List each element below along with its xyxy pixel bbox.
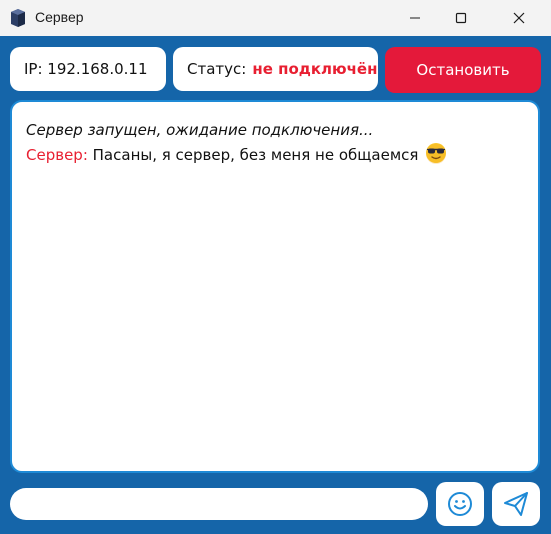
title-bar: Сервер [0,0,551,36]
message-input[interactable] [10,488,428,520]
send-button[interactable] [492,482,540,526]
maximize-icon [455,12,467,24]
main-panel: IP: 192.168.0.11 Статус: не подключён Ос… [0,36,551,534]
app-icon [11,9,25,27]
minimize-button[interactable] [392,0,438,36]
close-button[interactable] [496,0,542,36]
paper-plane-icon [504,492,528,516]
chat-log[interactable]: Сервер запущен, ожидание подключения... … [10,100,540,473]
status-label: Статус: [187,60,247,78]
close-icon [513,12,525,24]
message-sender: Сервер: [26,146,88,164]
window-title: Сервер [35,9,84,25]
stop-button[interactable]: Остановить [385,47,541,93]
minimize-icon [410,17,420,19]
system-message: Сервер запущен, ожидание подключения... [26,121,374,139]
maximize-button[interactable] [438,0,484,36]
ip-display: IP: 192.168.0.11 [10,47,166,91]
status-value: не подключён [252,60,378,78]
sunglasses-emoji-icon [426,143,447,164]
emoji-button[interactable] [436,482,484,526]
ip-text: IP: 192.168.0.11 [24,60,148,78]
chat-message: Сервер: Пасаны, я сервер, без меня не об… [26,142,524,166]
smiley-face-icon [448,492,472,516]
status-display: Статус: не подключён [173,47,378,91]
message-text: Пасаны, я сервер, без меня не общаемся [92,146,419,164]
